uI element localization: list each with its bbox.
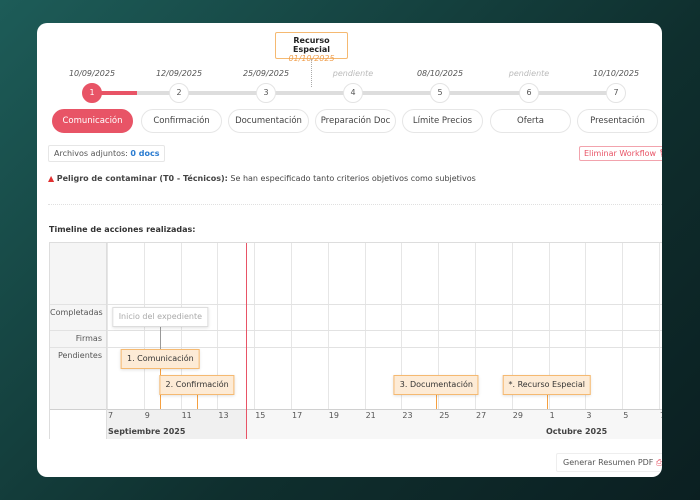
step-tab[interactable]: Comunicación xyxy=(52,109,133,133)
step-date: 10/09/2025 xyxy=(68,69,116,78)
step-circle[interactable]: 6 xyxy=(519,83,539,103)
axis-tick-label: 21 xyxy=(365,411,376,420)
axis-tick-label: 17 xyxy=(292,411,303,420)
step-date: 08/10/2025 xyxy=(416,69,464,78)
axis-line xyxy=(50,409,662,410)
timeline-item[interactable]: *. Recurso Especial xyxy=(502,375,592,395)
step-date: 25/09/2025 xyxy=(242,69,290,78)
step-date: pendiente xyxy=(332,69,374,78)
timeline-item[interactable]: Inicio del expediente xyxy=(112,307,209,327)
timeline-title: Timeline de acciones realizadas: xyxy=(49,225,196,234)
step-date: 12/09/2025 xyxy=(155,69,203,78)
axis-tick-label: 11 xyxy=(181,411,192,420)
group-firmas: Firmas xyxy=(50,330,106,347)
axis-corner xyxy=(50,409,106,439)
item-stem xyxy=(197,395,199,409)
step-circle[interactable]: 7 xyxy=(606,83,626,103)
warning-icon: ▲ xyxy=(48,174,55,183)
axis-tick-label: 19 xyxy=(328,411,339,420)
step-circle[interactable]: 2 xyxy=(169,83,189,103)
axis-tick-label: 25 xyxy=(439,411,450,420)
grid-line xyxy=(327,243,329,409)
axis-tick-label: 29 xyxy=(512,411,523,420)
grid-line xyxy=(622,243,624,409)
month-label-september: Septiembre 2025 xyxy=(108,427,186,436)
group-pendientes: Pendientes xyxy=(50,347,106,409)
step-date: 10/10/2025 xyxy=(592,69,640,78)
grid-line xyxy=(364,243,366,409)
grid-line xyxy=(659,243,660,409)
step-circle[interactable]: 4 xyxy=(343,83,363,103)
step-tab[interactable]: Presentación xyxy=(577,109,658,133)
attachments-box[interactable]: Archivos adjuntos: 0 docs xyxy=(48,145,166,162)
generate-pdf-button[interactable]: Generar Resumen PDF ⎙ xyxy=(556,453,662,472)
special-title: Recurso Especial xyxy=(292,36,330,54)
axis-tick-label: 1 xyxy=(549,411,555,420)
timeline-chart[interactable]: Completadas Firmas Pendientes 7 9 11 13 15 17… xyxy=(49,242,662,439)
step-tab[interactable]: Preparación Doc xyxy=(315,109,396,133)
special-connector xyxy=(311,59,312,87)
step-date: pendiente xyxy=(508,69,550,78)
warning-text: Se han especificado tanto criterios obje… xyxy=(230,174,476,183)
grid-line xyxy=(254,243,256,409)
axis-tick-label: 23 xyxy=(402,411,413,420)
axis-tick-label: 7 xyxy=(660,411,662,420)
axis-tick-label: 3 xyxy=(586,411,592,420)
timeline-item[interactable]: 1. Comunicación xyxy=(121,349,200,369)
item-stem xyxy=(546,395,548,409)
trash-icon: 🗑 xyxy=(659,149,662,158)
item-stem xyxy=(436,395,438,409)
row-divider xyxy=(50,330,662,331)
step-tab[interactable]: Documentación xyxy=(228,109,309,133)
delete-label: Eliminar Workflow xyxy=(584,149,657,158)
group-empty xyxy=(50,243,106,304)
step-circle[interactable]: 5 xyxy=(430,83,450,103)
group-completadas: Completadas xyxy=(50,304,106,330)
step-tab[interactable]: Límite Precios xyxy=(402,109,483,133)
timeline-item[interactable]: 3. Documentación xyxy=(393,375,479,395)
grid-line xyxy=(291,243,292,409)
attachments-label: Archivos adjuntos: xyxy=(54,149,128,158)
step-circle[interactable]: 1 xyxy=(82,83,102,103)
timeline-item[interactable]: 2. Confirmación xyxy=(159,375,235,395)
axis-tick-label: 7 xyxy=(108,411,114,420)
row-divider xyxy=(50,304,662,305)
axis-tick-label: 9 xyxy=(144,411,150,420)
grid-line xyxy=(107,243,108,409)
month-label-october: Octubre 2025 xyxy=(546,427,608,436)
workflow-card: Recurso Especial 01/10/2025 10/09/2025 1 C… xyxy=(37,23,662,477)
label-divider xyxy=(106,243,107,439)
special-resource-marker: Recurso Especial 01/10/2025 xyxy=(275,32,348,63)
divider xyxy=(48,204,662,205)
axis-tick-label: 5 xyxy=(623,411,629,420)
step-circle[interactable]: 3 xyxy=(256,83,276,103)
step-tab[interactable]: Confirmación xyxy=(141,109,222,133)
today-line xyxy=(246,243,247,439)
pdf-button-label: Generar Resumen PDF xyxy=(563,458,654,467)
warning-message: ▲ Peligro de contaminar (T0 - Técnicos):… xyxy=(48,174,476,183)
warning-title: Peligro de contaminar (T0 - Técnicos): xyxy=(56,174,228,183)
axis-tick-label: 15 xyxy=(255,411,266,420)
delete-workflow-button[interactable]: Eliminar Workflow 🗑 xyxy=(579,146,662,161)
axis-tick-label: 13 xyxy=(218,411,229,420)
pdf-file-icon: ⎙ xyxy=(655,458,662,467)
step-tab[interactable]: Oferta xyxy=(490,109,571,133)
axis-tick-label: 27 xyxy=(476,411,487,420)
attachments-count[interactable]: 0 docs xyxy=(130,149,159,158)
row-divider xyxy=(50,347,662,348)
